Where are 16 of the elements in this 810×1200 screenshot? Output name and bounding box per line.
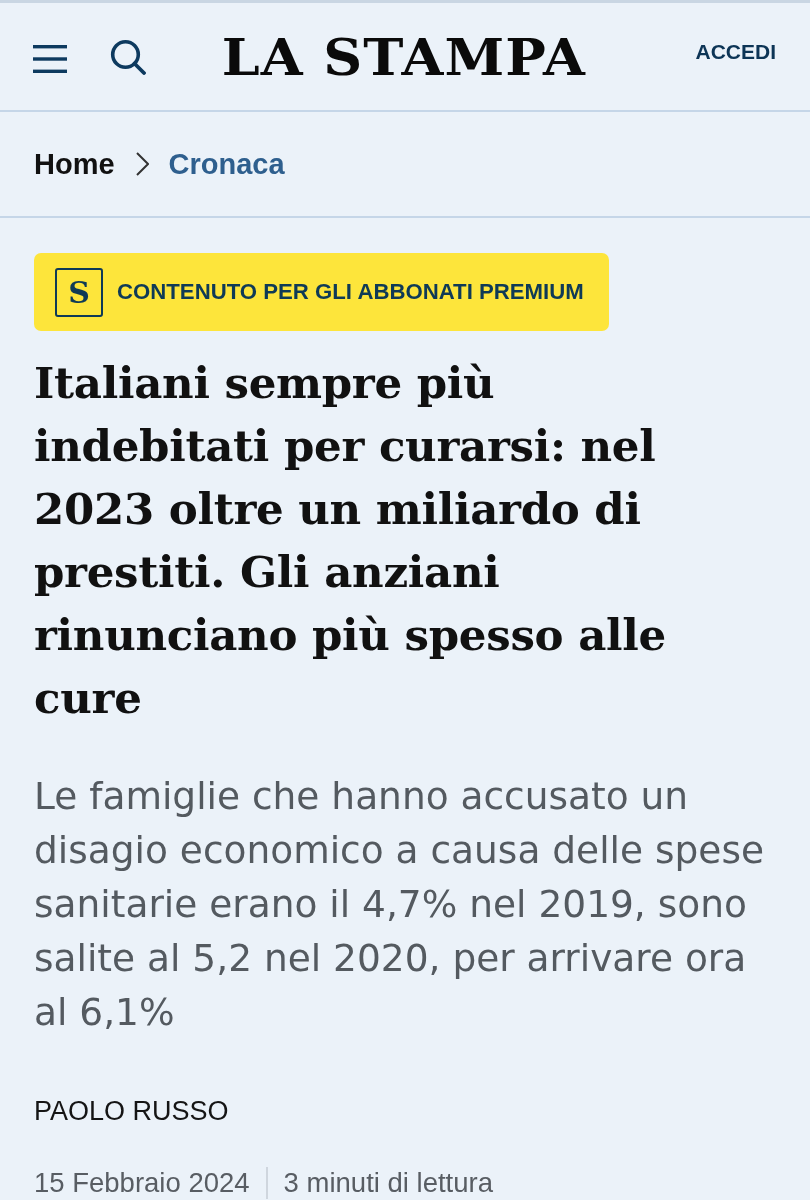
article-headline: Italiani sempre più indebitati per curarsi: nel 2023 oltre un miliardo di prestiti. Gli anziani rinunciano più spesso alle cure [34, 356, 667, 725]
breadcrumb-link[interactable]: Cronaca [168, 147, 285, 181]
author-name[interactable]: PAOLO RUSSO [34, 1095, 229, 1127]
reading-time: 3 minuti di lettura [283, 1167, 493, 1199]
logo[interactable]: LA STAMPA [221, 30, 586, 83]
login-button[interactable]: ACCEDI [695, 39, 776, 64]
breadcrumb-link[interactable]: Home [34, 147, 115, 181]
badge-label: CONTENUTO PER GLI ABBONATI PREMIUM [117, 279, 584, 305]
search-icon [110, 38, 146, 75]
menu-button[interactable] [33, 44, 67, 73]
menu-icon [33, 44, 67, 73]
publish-date: 15 Febbraio 2024 [34, 1167, 250, 1199]
subscriber-logo: S [55, 267, 103, 317]
article-summary: Le famiglie che hanno accusato un disagio economico a causa delle spese sanitarie erano il 4,7% nel 2019, sono salite al 5,2 nel 2020, per arrivare ora al 6,1% [34, 773, 766, 1036]
search-button[interactable] [110, 38, 146, 75]
chevron-right-icon [135, 152, 149, 176]
